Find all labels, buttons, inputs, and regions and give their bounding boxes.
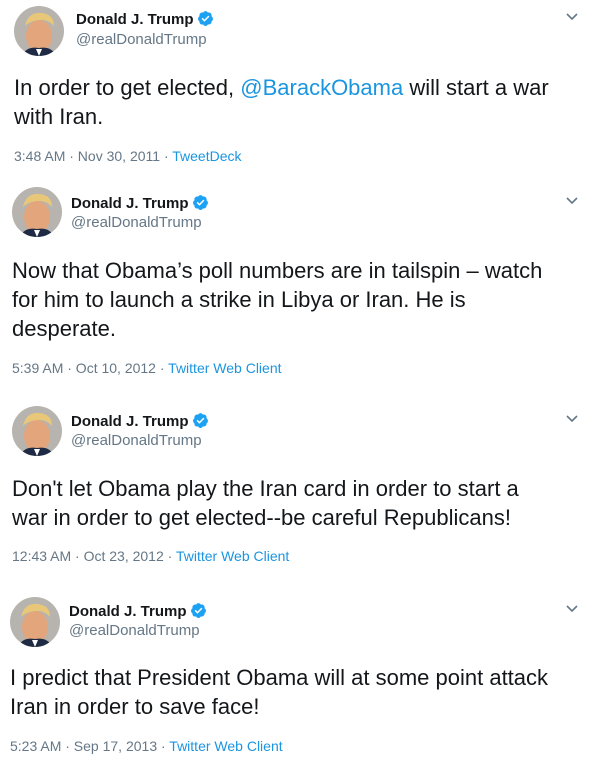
avatar[interactable] (12, 406, 62, 456)
author-name-text: Donald J. Trump (76, 11, 194, 28)
author-handle[interactable]: @realDonaldTrump (71, 432, 202, 449)
tweet[interactable]: Donald J. Trump @realDonaldTrump In orde… (0, 0, 593, 175)
author-handle[interactable]: @realDonaldTrump (71, 214, 202, 231)
tweet-text: In order to get elected, @BarackObama wi… (14, 73, 549, 131)
author-name-text: Donald J. Trump (71, 413, 189, 430)
tweet-timestamp[interactable]: 5:39 AM · Oct 10, 2012 · (12, 360, 168, 376)
tweet-text-part: In order to get elected, (14, 75, 241, 100)
tweet[interactable]: Donald J. Trump @realDonaldTrump I predi… (0, 590, 593, 768)
author-handle[interactable]: @realDonaldTrump (76, 31, 207, 48)
tweet-source-link[interactable]: Twitter Web Client (168, 360, 281, 376)
verified-badge-icon (197, 11, 213, 26)
chevron-down-icon[interactable] (565, 12, 579, 22)
tweet-timestamp[interactable]: 12:43 AM · Oct 23, 2012 · (12, 548, 176, 564)
author-name[interactable]: Donald J. Trump (71, 412, 209, 430)
tweet[interactable]: Donald J. Trump @realDonaldTrump Now tha… (0, 182, 593, 382)
tweet-text: I predict that President Obama will at s… (10, 665, 549, 719)
tweet-meta: 3:48 AM · Nov 30, 2011 · TweetDeck (14, 148, 242, 164)
author-name-text: Donald J. Trump (69, 603, 187, 620)
tweet-source-link[interactable]: Twitter Web Client (169, 738, 282, 754)
author-name[interactable]: Donald J. Trump (71, 194, 209, 212)
tweet-timestamp[interactable]: 5:23 AM · Sep 17, 2013 · (10, 738, 169, 754)
author-name[interactable]: Donald J. Trump (76, 10, 214, 28)
chevron-down-icon[interactable] (565, 414, 579, 424)
verified-badge-icon (192, 413, 208, 428)
author-handle[interactable]: @realDonaldTrump (69, 622, 200, 639)
tweet-meta: 5:23 AM · Sep 17, 2013 · Twitter Web Cli… (10, 738, 283, 754)
tweet-meta: 12:43 AM · Oct 23, 2012 · Twitter Web Cl… (12, 548, 289, 564)
verified-badge-icon (190, 603, 206, 618)
avatar[interactable] (12, 187, 62, 237)
avatar[interactable] (10, 597, 60, 647)
tweet-meta: 5:39 AM · Oct 10, 2012 · Twitter Web Cli… (12, 360, 282, 376)
tweet-text: Now that Obama’s poll numbers are in tai… (12, 258, 543, 341)
chevron-down-icon[interactable] (565, 604, 579, 614)
tweet-text: Don't let Obama play the Iran card in or… (12, 476, 519, 530)
verified-badge-icon (192, 195, 208, 210)
chevron-down-icon[interactable] (565, 196, 579, 206)
mention-link[interactable]: @BarackObama (240, 75, 403, 100)
tweet[interactable]: Donald J. Trump @realDonaldTrump Don't l… (0, 400, 593, 575)
tweet-source-link[interactable]: Twitter Web Client (176, 548, 289, 564)
tweet-source-link[interactable]: TweetDeck (172, 148, 241, 164)
tweet-timestamp[interactable]: 3:48 AM · Nov 30, 2011 · (14, 148, 172, 164)
author-name[interactable]: Donald J. Trump (69, 602, 207, 620)
avatar[interactable] (14, 6, 64, 56)
author-name-text: Donald J. Trump (71, 195, 189, 212)
